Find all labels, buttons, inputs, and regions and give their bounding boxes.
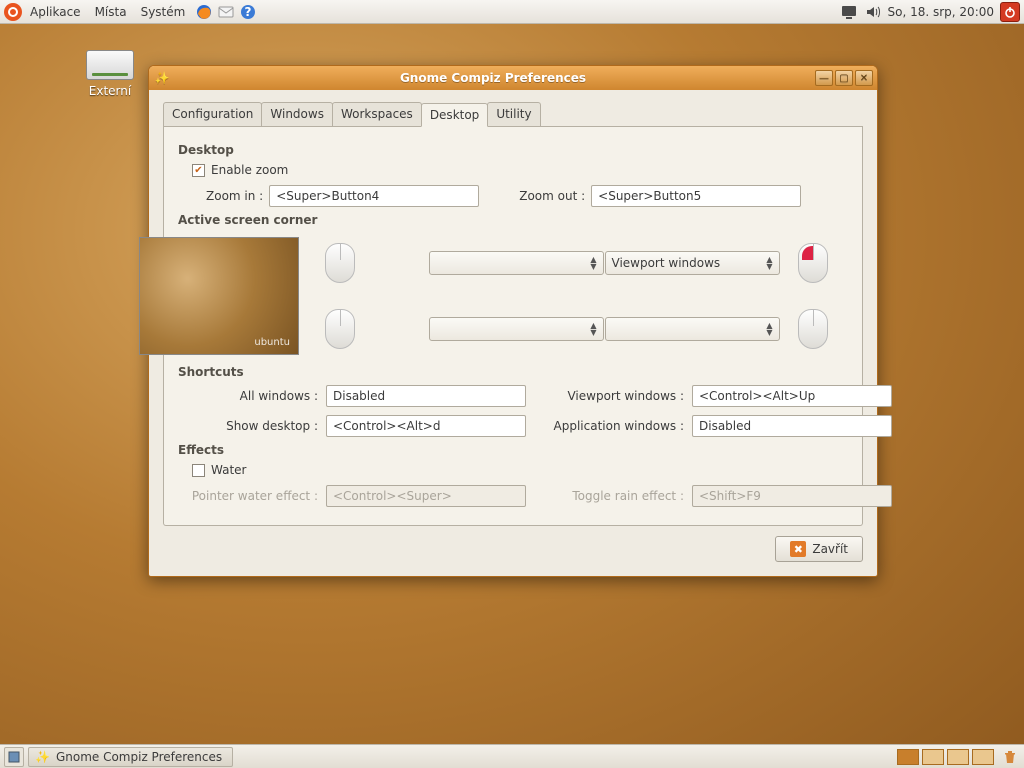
workspace-4[interactable] (972, 749, 994, 765)
mouse-icon (325, 309, 355, 349)
desktop-drive[interactable]: Externí (70, 50, 150, 98)
task-label: Gnome Compiz Preferences (56, 750, 222, 764)
gear-icon: ✨ (35, 750, 50, 764)
mouse-icon (798, 243, 828, 283)
all-windows-label: All windows : (188, 389, 318, 403)
viewport-windows-input[interactable] (692, 385, 892, 407)
drive-icon (86, 50, 134, 80)
close-button[interactable]: ✕ (855, 70, 873, 86)
menu-system[interactable]: Systém (135, 5, 192, 19)
system-menus: Aplikace Místa Systém (4, 3, 191, 21)
show-desktop-button[interactable] (4, 747, 24, 767)
tab-bar: Configuration Windows Workspaces Desktop… (163, 102, 863, 127)
volume-icon[interactable] (864, 3, 882, 21)
preferences-window: ✨ Gnome Compiz Preferences — ▢ ✕ Configu… (148, 65, 878, 577)
tab-workspaces[interactable]: Workspaces (332, 102, 422, 126)
ubuntu-logo-icon[interactable] (4, 3, 22, 21)
corner-br-combo[interactable]: ▲▼ (605, 317, 780, 341)
top-panel: Aplikace Místa Systém ? So, 18. srp, 20:… (0, 0, 1024, 24)
mouse-icon (325, 243, 355, 283)
zoom-out-label: Zoom out : (519, 189, 585, 203)
app-windows-label: Application windows : (534, 419, 684, 433)
tab-configuration[interactable]: Configuration (163, 102, 262, 126)
close-icon: ✖ (790, 541, 806, 557)
effects-heading: Effects (178, 443, 848, 457)
close-button[interactable]: ✖ Zavřít (775, 536, 863, 562)
menu-applications[interactable]: Aplikace (24, 5, 87, 19)
workspace-switcher[interactable] (897, 749, 994, 765)
window-title: Gnome Compiz Preferences (171, 71, 815, 85)
help-icon[interactable]: ? (239, 3, 257, 21)
viewport-windows-label: Viewport windows : (534, 389, 684, 403)
enable-zoom-label: Enable zoom (211, 163, 288, 177)
trash-icon[interactable] (1000, 747, 1020, 767)
shortcuts-heading: Shortcuts (178, 365, 848, 379)
enable-zoom-checkbox[interactable] (192, 164, 205, 177)
bottom-panel: ✨ Gnome Compiz Preferences (0, 744, 1024, 768)
tab-windows[interactable]: Windows (261, 102, 333, 126)
svg-text:?: ? (245, 5, 252, 19)
mail-icon[interactable] (217, 3, 235, 21)
pointer-water-label: Pointer water effect : (188, 489, 318, 503)
monitor-icon[interactable] (840, 3, 858, 21)
clock[interactable]: So, 18. srp, 20:00 (888, 5, 995, 19)
water-checkbox[interactable] (192, 464, 205, 477)
maximize-button[interactable]: ▢ (835, 70, 853, 86)
zoom-in-label: Zoom in : (206, 189, 263, 203)
show-desktop-input[interactable] (326, 415, 526, 437)
drive-label: Externí (89, 84, 131, 98)
corners-heading: Active screen corner (178, 213, 848, 227)
taskbar-item[interactable]: ✨ Gnome Compiz Preferences (28, 747, 233, 767)
system-tray: So, 18. srp, 20:00 (840, 2, 1021, 22)
menu-places[interactable]: Místa (89, 5, 133, 19)
water-label: Water (211, 463, 246, 477)
app-windows-input[interactable] (692, 415, 892, 437)
tab-content: Desktop Enable zoom Zoom in : Zoom out :… (163, 127, 863, 526)
desktop-heading: Desktop (178, 143, 848, 157)
corner-tl-combo[interactable]: ▲▼ (429, 251, 604, 275)
power-button[interactable] (1000, 2, 1020, 22)
zoom-in-input[interactable] (269, 185, 479, 207)
launcher-icons: ? (195, 3, 257, 21)
mouse-icon (798, 309, 828, 349)
zoom-out-input[interactable] (591, 185, 801, 207)
ubuntu-brand: ubuntu (254, 337, 290, 348)
firefox-icon[interactable] (195, 3, 213, 21)
tab-desktop[interactable]: Desktop (421, 103, 489, 127)
titlebar[interactable]: ✨ Gnome Compiz Preferences — ▢ ✕ (149, 66, 877, 90)
workspace-3[interactable] (947, 749, 969, 765)
pointer-water-input (326, 485, 526, 507)
toggle-rain-input (692, 485, 892, 507)
show-desktop-label: Show desktop : (188, 419, 318, 433)
corner-tr-combo[interactable]: Viewport windows▲▼ (605, 251, 780, 275)
tab-utility[interactable]: Utility (487, 102, 540, 126)
workspace-2[interactable] (922, 749, 944, 765)
minimize-button[interactable]: — (815, 70, 833, 86)
workspace-1[interactable] (897, 749, 919, 765)
close-label: Zavřít (812, 542, 848, 556)
all-windows-input[interactable] (326, 385, 526, 407)
desktop-preview: ubuntu (139, 237, 299, 355)
corner-bl-combo[interactable]: ▲▼ (429, 317, 604, 341)
window-icon: ✨ (153, 69, 171, 87)
toggle-rain-label: Toggle rain effect : (534, 489, 684, 503)
